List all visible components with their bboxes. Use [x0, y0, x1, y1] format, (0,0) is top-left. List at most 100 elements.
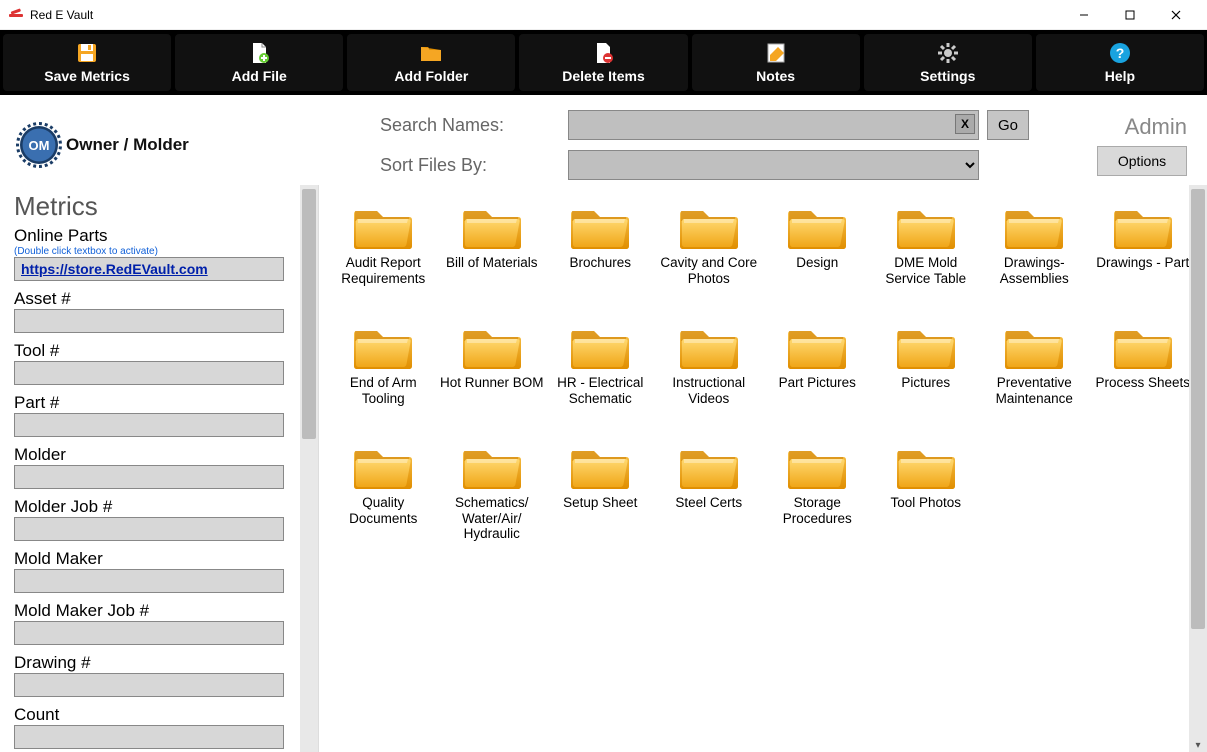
folder-item[interactable]: Design — [763, 193, 872, 307]
folder-item[interactable]: Quality Documents — [329, 433, 438, 547]
folder-item[interactable]: Drawings-Assemblies — [980, 193, 1089, 307]
online-parts-hint: (Double click textbox to activate) — [14, 246, 306, 257]
folder-item[interactable]: Instructional Videos — [655, 313, 764, 427]
folder-item[interactable]: Tool Photos — [872, 433, 981, 547]
folder-icon — [1001, 317, 1067, 373]
metric-field: Asset # — [14, 289, 306, 333]
folder-item[interactable]: Preventative Maintenance — [980, 313, 1089, 427]
body: Metrics Online Parts (Double click textb… — [0, 185, 1207, 752]
metrics-panel: Metrics Online Parts (Double click textb… — [0, 185, 318, 752]
metric-field-label: Drawing # — [14, 653, 306, 673]
folder-icon — [1110, 317, 1176, 373]
metric-field-input[interactable] — [14, 673, 284, 697]
header-right: Admin Options — [1057, 114, 1187, 176]
metric-field: Molder — [14, 445, 306, 489]
window-title: Red E Vault — [30, 8, 1061, 22]
folder-item[interactable]: Pictures — [872, 313, 981, 427]
options-button[interactable]: Options — [1097, 146, 1187, 176]
metric-field-label: Molder Job # — [14, 497, 306, 517]
metric-field-input[interactable] — [14, 465, 284, 489]
help-label: Help — [1105, 68, 1135, 84]
search-clear-button[interactable]: X — [955, 114, 975, 134]
folder-item[interactable]: HR - Electrical Schematic — [546, 313, 655, 427]
add-folder-label: Add Folder — [394, 68, 468, 84]
metric-field-input[interactable] — [14, 413, 284, 437]
metric-field-input[interactable] — [14, 361, 284, 385]
save-metrics-label: Save Metrics — [44, 68, 130, 84]
folder-icon — [350, 197, 416, 253]
svg-text:?: ? — [1116, 45, 1125, 61]
folder-name: Schematics/ Water/Air/ Hydraulic — [440, 495, 545, 543]
save-metrics-button[interactable]: Save Metrics — [3, 34, 171, 91]
help-button[interactable]: ? Help — [1036, 34, 1204, 91]
folder-item[interactable]: Process Sheets — [1089, 313, 1198, 427]
add-folder-icon — [419, 41, 443, 65]
folder-icon — [676, 437, 742, 493]
folder-name: Setup Sheet — [563, 495, 637, 543]
metric-field-label: Part # — [14, 393, 306, 413]
metrics-scrollbar[interactable] — [300, 185, 318, 752]
folder-item[interactable]: Brochures — [546, 193, 655, 307]
metric-field-label: Tool # — [14, 341, 306, 361]
metric-field: Count — [14, 705, 306, 749]
folder-name: Tool Photos — [890, 495, 961, 543]
folder-name: Drawings-Assemblies — [982, 255, 1087, 303]
folder-item[interactable]: Schematics/ Water/Air/ Hydraulic — [438, 433, 547, 547]
metric-field-input[interactable] — [14, 569, 284, 593]
delete-items-label: Delete Items — [562, 68, 644, 84]
folder-icon — [459, 317, 525, 373]
folder-name: Bill of Materials — [446, 255, 538, 303]
folder-scroll-area[interactable]: Audit Report Requirements Bill of Materi… — [323, 189, 1203, 748]
folder-icon — [459, 437, 525, 493]
metric-field-input[interactable] — [14, 621, 284, 645]
folder-item[interactable]: Audit Report Requirements — [329, 193, 438, 307]
folder-item[interactable]: DME Mold Service Table — [872, 193, 981, 307]
folder-icon — [893, 317, 959, 373]
folder-item[interactable]: End of Arm Tooling — [329, 313, 438, 427]
folder-icon — [1001, 197, 1067, 253]
folder-item[interactable]: Cavity and Core Photos — [655, 193, 764, 307]
settings-label: Settings — [920, 68, 975, 84]
delete-items-button[interactable]: Delete Items — [519, 34, 687, 91]
add-file-label: Add File — [232, 68, 287, 84]
sort-select[interactable] — [568, 150, 979, 180]
folder-item[interactable]: Bill of Materials — [438, 193, 547, 307]
folder-icon — [784, 317, 850, 373]
close-button[interactable] — [1153, 0, 1199, 30]
metric-field-input[interactable] — [14, 309, 284, 333]
folder-item[interactable]: Steel Certs — [655, 433, 764, 547]
metric-field: Mold Maker Job # — [14, 601, 306, 645]
folder-icon — [350, 437, 416, 493]
add-folder-button[interactable]: Add Folder — [347, 34, 515, 91]
notes-icon — [764, 41, 788, 65]
folder-name: DME Mold Service Table — [874, 255, 979, 303]
search-input[interactable] — [568, 110, 979, 140]
metric-field: Part # — [14, 393, 306, 437]
online-parts-input[interactable] — [14, 257, 284, 281]
folder-item[interactable]: Hot Runner BOM — [438, 313, 547, 427]
go-button[interactable]: Go — [987, 110, 1029, 140]
folder-scroll-thumb[interactable] — [1191, 189, 1205, 629]
app-icon — [8, 7, 24, 23]
notes-button[interactable]: Notes — [692, 34, 860, 91]
folder-item[interactable]: Part Pictures — [763, 313, 872, 427]
folder-item[interactable]: Storage Procedures — [763, 433, 872, 547]
notes-label: Notes — [756, 68, 795, 84]
maximize-button[interactable] — [1107, 0, 1153, 30]
folder-panel: Audit Report Requirements Bill of Materi… — [318, 185, 1207, 752]
settings-button[interactable]: Settings — [864, 34, 1032, 91]
metric-field-label: Molder — [14, 445, 306, 465]
metrics-scroll-thumb[interactable] — [302, 189, 316, 439]
folder-item[interactable]: Setup Sheet — [546, 433, 655, 547]
logo-text: Owner / Molder — [66, 135, 189, 155]
add-file-button[interactable]: Add File — [175, 34, 343, 91]
folder-item[interactable]: Drawings - Part — [1089, 193, 1198, 307]
scroll-down-icon[interactable]: ▾ — [1191, 738, 1205, 752]
metric-field-input[interactable] — [14, 517, 284, 541]
folder-scrollbar[interactable]: ▴ ▾ — [1189, 185, 1207, 752]
folder-icon — [567, 437, 633, 493]
metric-field-input[interactable] — [14, 725, 284, 749]
metric-field: Tool # — [14, 341, 306, 385]
minimize-button[interactable] — [1061, 0, 1107, 30]
folder-icon — [567, 317, 633, 373]
